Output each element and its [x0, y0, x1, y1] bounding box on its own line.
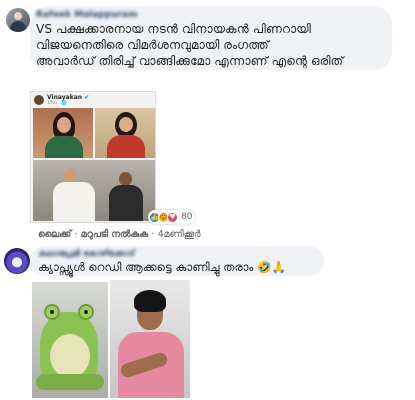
comment-text: ക്യാപ്സ്യൂൾ റെഡി ആക്കട്ടെ കാണിച്ചു തരാം … [38, 260, 286, 274]
post-timestamp: 19m · 🌐 [47, 101, 68, 106]
post-photo-woman-green-saree [33, 108, 93, 158]
reaction-summary[interactable]: 👍 ☺ ♥ 80 [148, 210, 196, 224]
like-link[interactable]: ലൈക്ക് [38, 229, 71, 240]
comment-image-frog[interactable] [32, 282, 108, 398]
post-photo-woman-red-saree [95, 108, 155, 158]
comment-text-line: വിജയനെതിരെ വിമർശനവുമായി രംഗത്ത് [36, 38, 269, 52]
reply-link[interactable]: മറുപടി നൽകുക [81, 229, 148, 240]
comment-timestamp[interactable]: 4മണിക്കൂർ [158, 229, 201, 240]
love-icon: ♥ [167, 211, 178, 223]
comment-author[interactable]: കലാപ്രേമി കോഴിക്കോട് [38, 249, 135, 259]
post-photo-two-men [33, 160, 155, 221]
comment-text-line: VS പക്ഷക്കാരനായ നടൻ വിനായകൻ പിണറായി [36, 22, 311, 36]
commenter-avatar[interactable] [6, 8, 30, 32]
post-author: Vinayakan ✔ [47, 94, 90, 101]
verified-badge-icon: ✔ [84, 94, 90, 101]
comment-actions: ലൈക്ക് · മറുപടി നൽകുക · 4മണിക്കൂർ [38, 229, 201, 240]
comment-text-line: അവാർഡ് തിരിച്ച് വാങ്ങിക്കുമോ എന്നാണ് എന്… [36, 54, 344, 68]
comment-author[interactable]: Rafeek Malappuram [36, 10, 138, 20]
commenter-avatar[interactable] [4, 248, 30, 274]
comment-text: VS പക്ഷക്കാരനായ നടൻ വിനായകൻ പിണറായി വിജയ… [36, 21, 386, 69]
comment-thread: Rafeek Malappuram VS പക്ഷക്കാരനായ നടൻ വി… [0, 0, 415, 400]
reaction-count: 80 [181, 212, 193, 222]
comment-image-man-pink-shirt[interactable] [110, 280, 190, 398]
post-avatar [34, 95, 44, 105]
embedded-post-screenshot[interactable]: Vinayakan ✔ 19m · 🌐 [30, 91, 156, 223]
